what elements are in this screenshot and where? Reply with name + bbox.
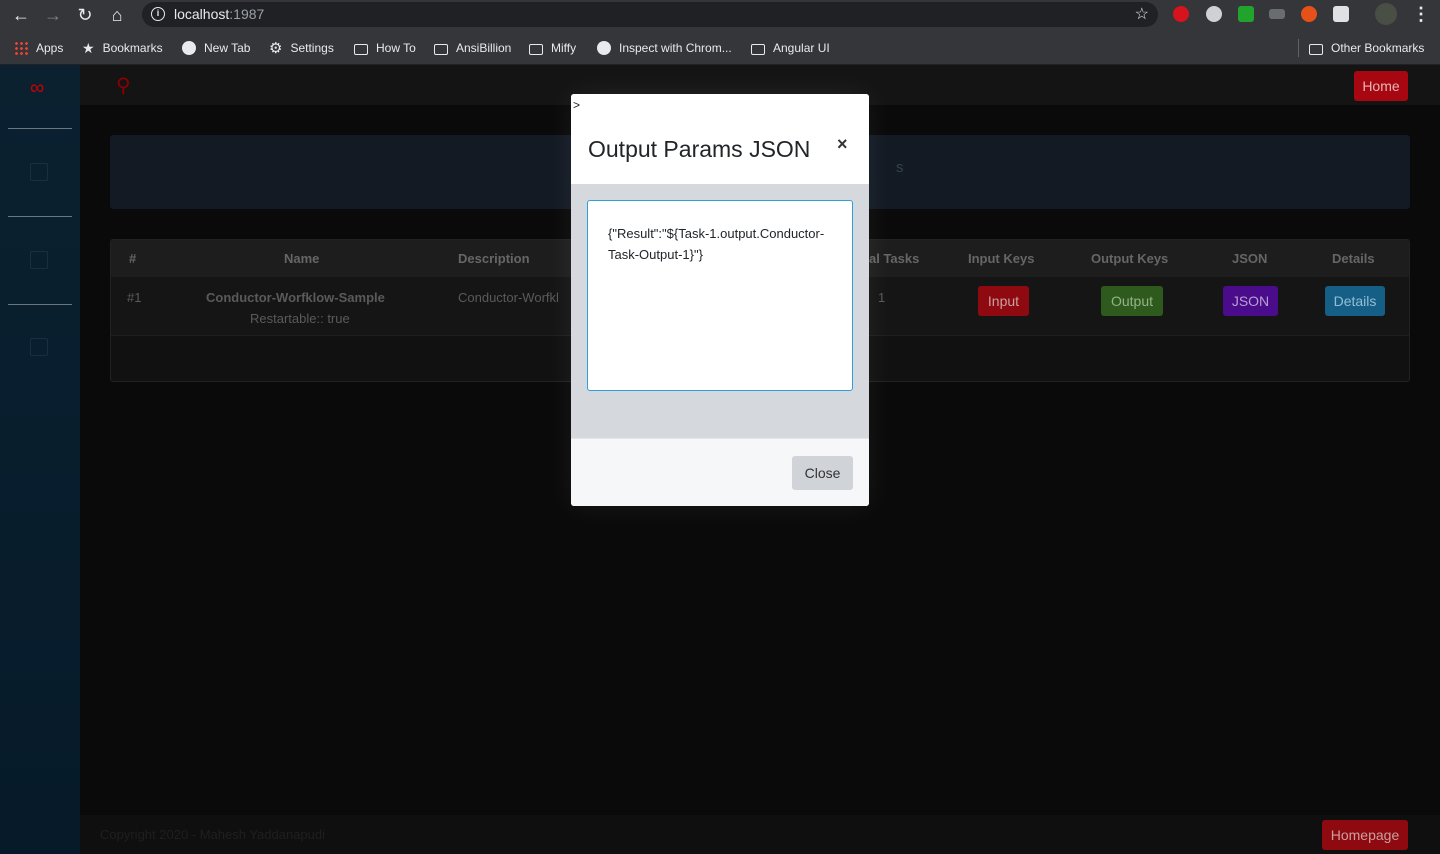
column-header: al Tasks bbox=[869, 251, 920, 266]
forward-arrow-icon[interactable]: → bbox=[42, 4, 64, 26]
bookmark-settings[interactable]: ⚙ Settings bbox=[269, 39, 334, 57]
search-icon[interactable]: ⚲ bbox=[116, 73, 131, 98]
cors-extension-icon[interactable] bbox=[1238, 6, 1254, 22]
bookmark-apps[interactable]: Apps bbox=[14, 39, 63, 57]
column-header: Details bbox=[1332, 251, 1375, 266]
bookmark-how-to[interactable]: How To bbox=[354, 39, 416, 57]
output-button[interactable]: Output bbox=[1101, 286, 1163, 316]
gear-icon: ⚙ bbox=[269, 40, 283, 57]
column-header: # bbox=[129, 251, 137, 266]
home-icon[interactable]: ⌂ bbox=[106, 4, 128, 26]
column-header: Name bbox=[284, 251, 320, 266]
info-icon[interactable]: i bbox=[151, 7, 165, 21]
details-button[interactable]: Details bbox=[1325, 286, 1385, 316]
column-header: JSON bbox=[1232, 251, 1268, 266]
folder-icon bbox=[529, 43, 543, 55]
row-index: #1 bbox=[127, 290, 142, 305]
bookmark-star-icon[interactable]: ☆ bbox=[1135, 4, 1149, 24]
workflow-description: Conductor-Worfkl bbox=[458, 290, 559, 305]
bookmarks-bar: Apps ★ Bookmarks New Tab ⚙ Settings How To… bbox=[0, 30, 1440, 65]
divider bbox=[8, 304, 72, 305]
json-button[interactable]: JSON bbox=[1223, 286, 1278, 316]
bookmark-new-tab[interactable]: New Tab bbox=[182, 39, 250, 57]
folder-icon bbox=[1309, 43, 1323, 55]
input-button[interactable]: Input bbox=[978, 286, 1029, 316]
globe-icon bbox=[597, 41, 611, 55]
extension-icon[interactable] bbox=[1333, 6, 1349, 22]
folder-icon bbox=[434, 43, 448, 55]
modal-caret: > bbox=[573, 98, 581, 112]
workflow-name: Conductor-Worfklow-Sample bbox=[206, 290, 385, 305]
bookmark-ansibillion[interactable]: AnsiBillion bbox=[434, 39, 511, 57]
divider bbox=[8, 128, 72, 129]
extension-icon[interactable] bbox=[1269, 9, 1285, 19]
folder-icon bbox=[751, 43, 765, 55]
bookmark-miffy[interactable]: Miffy bbox=[529, 39, 576, 57]
sidebar-item-icon[interactable] bbox=[30, 163, 48, 181]
folder-icon bbox=[354, 43, 368, 55]
url-text: localhost:1987 bbox=[174, 6, 265, 22]
divider bbox=[8, 216, 72, 217]
column-header: Description bbox=[458, 251, 530, 266]
extension-icon[interactable] bbox=[1301, 6, 1317, 22]
copyright-text: Copyright 2020 - Mahesh Yaddanapudi bbox=[100, 827, 326, 842]
avatar[interactable] bbox=[1375, 3, 1397, 25]
sidebar-item-icon[interactable] bbox=[30, 251, 48, 269]
homepage-button[interactable]: Homepage bbox=[1322, 820, 1408, 850]
banner-text: s bbox=[896, 159, 904, 176]
modal-title: Output Params JSON bbox=[588, 136, 811, 162]
bookmark-angular-ui[interactable]: Angular UI bbox=[751, 39, 830, 57]
footer: Copyright 2020 - Mahesh Yaddanapudi Home… bbox=[80, 815, 1440, 854]
menu-icon[interactable]: ⋮ bbox=[1412, 4, 1430, 25]
column-header: Input Keys bbox=[968, 251, 1035, 266]
extension-icon[interactable] bbox=[1206, 6, 1222, 22]
restartable-text: Restartable:: true bbox=[250, 311, 350, 326]
extension-icon[interactable] bbox=[1173, 6, 1189, 22]
modal-footer: Close bbox=[571, 438, 869, 506]
sidebar: ∞ bbox=[0, 65, 80, 854]
apps-grid-icon bbox=[14, 41, 28, 55]
back-arrow-icon[interactable]: ← bbox=[10, 4, 32, 26]
globe-icon bbox=[182, 41, 196, 55]
modal-body: {"Result":"${Task-1.output.Conductor-Tas… bbox=[571, 184, 869, 438]
bookmark-other[interactable]: Other Bookmarks bbox=[1298, 39, 1424, 57]
close-button[interactable]: Close bbox=[792, 456, 853, 490]
bookmark-bookmarks[interactable]: ★ Bookmarks bbox=[82, 39, 163, 57]
browser-toolbar: ← → ↻ ⌂ i localhost:1987 ☆ ⋮ bbox=[0, 0, 1440, 30]
reload-icon[interactable]: ↻ bbox=[74, 4, 96, 26]
logo-icon[interactable]: ∞ bbox=[30, 77, 44, 100]
modal-header: > Output Params JSON × bbox=[571, 94, 869, 184]
home-button[interactable]: Home bbox=[1354, 71, 1408, 101]
star-icon: ★ bbox=[82, 39, 95, 56]
address-bar[interactable]: i localhost:1987 ☆ bbox=[142, 2, 1158, 27]
tasks-count: 1 bbox=[878, 290, 886, 305]
close-icon[interactable]: × bbox=[837, 134, 848, 155]
sidebar-item-icon[interactable] bbox=[30, 338, 48, 356]
column-header: Output Keys bbox=[1091, 251, 1169, 266]
output-params-modal: > Output Params JSON × {"Result":"${Task… bbox=[571, 94, 869, 506]
bookmark-inspect[interactable]: Inspect with Chrom... bbox=[597, 39, 732, 57]
json-textarea[interactable]: {"Result":"${Task-1.output.Conductor-Tas… bbox=[587, 200, 853, 391]
